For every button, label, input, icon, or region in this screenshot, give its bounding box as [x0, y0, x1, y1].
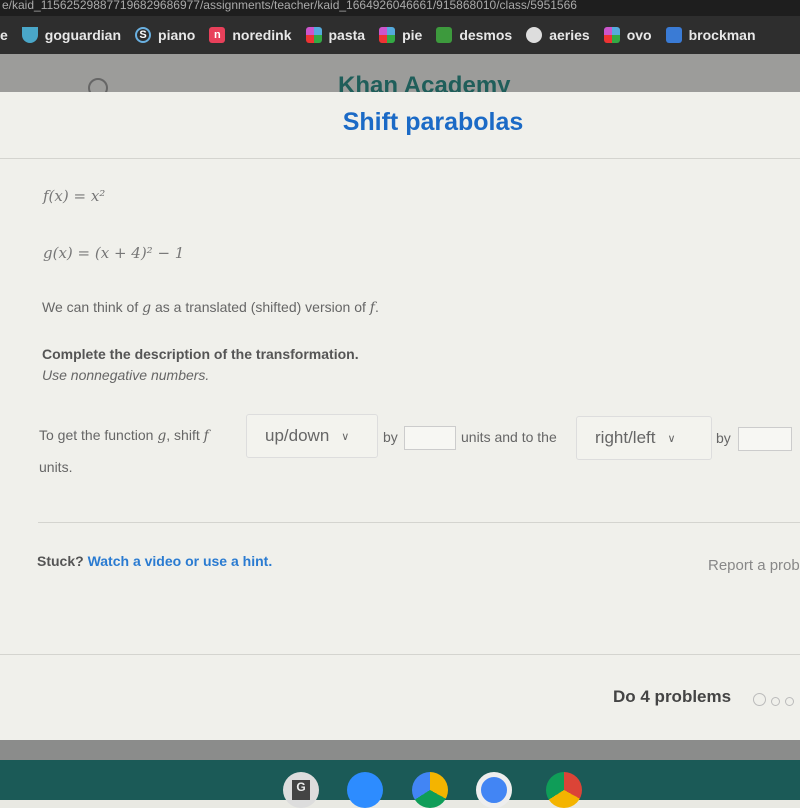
dropdown-value: up/down [265, 426, 330, 445]
khan-academy-logo[interactable]: Khan Academy [338, 72, 511, 92]
text: We can think of [42, 299, 143, 315]
progress-dot [771, 697, 780, 706]
bookmark-label: pasta [328, 27, 366, 43]
bookmark-label: piano [158, 27, 196, 43]
bookmark-piano[interactable]: Spiano [135, 27, 195, 43]
chevron-down-icon: ∨ [667, 432, 676, 445]
text: . [374, 299, 379, 315]
taskbar: G [0, 760, 800, 808]
text: as a translated (shifted) version of [151, 299, 370, 315]
bookmark-label: goguardian [44, 27, 122, 43]
bookmark-label: desmos [459, 27, 513, 43]
bookmark-e[interactable]: e [0, 27, 8, 43]
bookmarks-bar: e goguardian Spiano n noredink pasta pie … [0, 16, 800, 54]
by-label: by [383, 429, 398, 445]
horizontal-shift-input[interactable] [738, 427, 792, 451]
bookmark-label: ovo [626, 27, 652, 43]
bookmark-pie[interactable]: pie [379, 27, 422, 43]
classroom-label: G [292, 780, 310, 800]
var-g: g [142, 300, 152, 316]
report-problem-link[interactable]: Report a problem [708, 557, 800, 574]
bookmark-ovo[interactable]: ovo [603, 27, 652, 43]
divider [0, 654, 800, 655]
bookmark-pasta[interactable]: pasta [305, 27, 366, 43]
var-g: g [157, 428, 167, 444]
bookmark-label: pie [402, 27, 423, 43]
bookmark-aeries[interactable]: aeries [526, 27, 590, 43]
right-left-dropdown[interactable]: right/left ∨ [576, 416, 712, 460]
divider [38, 522, 800, 523]
text: , shift [166, 427, 204, 443]
progress-dot [785, 697, 794, 706]
up-down-dropdown[interactable]: up/down ∨ [246, 414, 378, 458]
text: To get the function [39, 427, 158, 443]
game-icon [305, 27, 322, 43]
chrome-icon[interactable] [546, 772, 582, 808]
var-f: f [203, 428, 209, 444]
dropdown-value: right/left [595, 428, 656, 447]
site-header: Khan Academy [0, 54, 800, 92]
s-circle-icon: S [135, 27, 152, 43]
by-label: by [716, 430, 731, 446]
bookmark-goguardian[interactable]: goguardian [21, 27, 122, 43]
exercise-title: Shift parabolas [342, 108, 524, 136]
bookmark-label: aeries [549, 27, 590, 43]
hint-text: Use nonnegative numbers. [42, 367, 210, 383]
g-definition: g(x) = (x + 4)² − 1 [43, 244, 185, 262]
divider [0, 158, 800, 159]
intro-text: We can think of g as a translated (shift… [42, 299, 379, 316]
zoom-icon[interactable] [347, 772, 383, 808]
bookmark-label: brockman [688, 27, 756, 43]
game-icon [379, 27, 396, 43]
exercise-modal: Shift parabolas f(x) = x² g(x) = (x + 4)… [0, 92, 800, 740]
instruction: Complete the description of the transfor… [42, 346, 359, 362]
url-bar[interactable]: e/kaid_115625298877196829686977/assignme… [0, 0, 800, 16]
hint-link[interactable]: Watch a video or use a hint. [88, 553, 273, 569]
game-icon [603, 27, 620, 43]
drive-icon[interactable] [412, 772, 448, 808]
progress-dot [753, 693, 766, 706]
n-icon: n [209, 27, 226, 43]
menu-icon[interactable] [88, 78, 108, 92]
bookmark-label: e [0, 27, 8, 43]
bookmark-brockman[interactable]: brockman [665, 27, 756, 43]
chevron-down-icon: ∨ [341, 430, 350, 443]
units-label: units. [39, 459, 73, 475]
bookmark-noredink[interactable]: n noredink [209, 27, 292, 43]
shield-icon [21, 27, 38, 43]
sentence-start: To get the function g, shift f [39, 427, 209, 444]
goal-text: Do 4 problems [613, 687, 732, 706]
help-line: Stuck? Watch a video or use a hint. [37, 553, 272, 569]
bookmark-desmos[interactable]: desmos [436, 27, 512, 43]
calendar-icon [665, 27, 682, 43]
f-definition: f(x) = x² [43, 187, 106, 205]
classroom-icon[interactable]: G [283, 772, 319, 808]
vertical-shift-input[interactable] [404, 426, 456, 450]
docs-icon[interactable] [476, 772, 512, 808]
globe-icon [526, 27, 543, 43]
units-and-to-the: units and to the [461, 429, 557, 445]
bookmark-label: noredink [232, 27, 292, 43]
desmos-icon [436, 27, 453, 43]
progress-dots [748, 693, 794, 711]
stuck-label: Stuck? [37, 553, 84, 569]
page-bottom [0, 740, 800, 762]
